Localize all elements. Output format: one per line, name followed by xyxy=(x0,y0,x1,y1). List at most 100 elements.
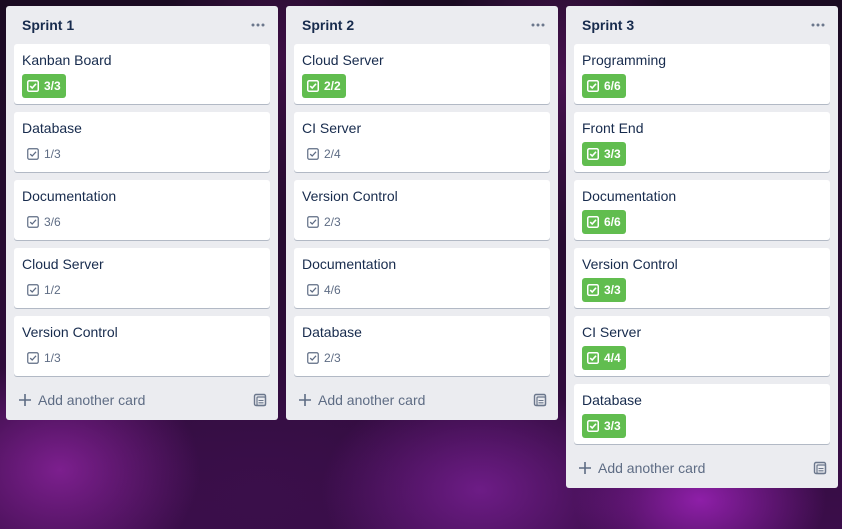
card-title: Front End xyxy=(582,120,644,136)
list-footer: Add another card xyxy=(6,380,278,420)
checklist-count: 3/3 xyxy=(44,79,61,93)
checklist-badge: 4/6 xyxy=(302,278,346,302)
card-template-icon[interactable] xyxy=(532,392,548,408)
card-title: Programming xyxy=(582,52,667,68)
card[interactable]: Database 3/3 xyxy=(574,384,830,444)
add-card-label: Add another card xyxy=(38,392,146,408)
checklist-icon xyxy=(307,80,319,92)
plus-icon xyxy=(19,394,31,406)
add-card-button[interactable]: Add another card xyxy=(298,392,425,408)
card[interactable]: Front End 3/3 xyxy=(574,112,830,172)
card-list: Kanban Board 3/3 Database 1/3 Documentat… xyxy=(6,44,278,376)
list-footer: Add another card xyxy=(286,380,558,420)
checklist-icon xyxy=(587,148,599,160)
checklist-icon xyxy=(587,80,599,92)
card-title: Kanban Board xyxy=(22,52,112,68)
checklist-count: 6/6 xyxy=(604,79,621,93)
checklist-badge: 3/3 xyxy=(582,142,626,166)
card[interactable]: Database 1/3 xyxy=(14,112,270,172)
plus-icon xyxy=(579,462,591,474)
checklist-icon xyxy=(307,284,319,296)
card-list: Programming 6/6 Front End 3/3 Documentat… xyxy=(566,44,838,444)
checklist-badge: 3/3 xyxy=(582,414,626,438)
more-horizontal-icon[interactable] xyxy=(528,15,548,35)
card-title: Documentation xyxy=(22,188,117,204)
card[interactable]: Documentation 6/6 xyxy=(574,180,830,240)
card[interactable]: CI Server 4/4 xyxy=(574,316,830,376)
card-title: Database xyxy=(582,392,642,408)
checklist-count: 6/6 xyxy=(604,215,621,229)
checklist-count: 1/2 xyxy=(44,283,61,297)
checklist-badge: 2/2 xyxy=(302,74,346,98)
checklist-badge: 2/4 xyxy=(302,142,346,166)
card[interactable]: Documentation 3/6 xyxy=(14,180,270,240)
card-title: CI Server xyxy=(582,324,642,340)
checklist-count: 1/3 xyxy=(44,147,61,161)
card[interactable]: Database 2/3 xyxy=(294,316,550,376)
checklist-badge: 4/4 xyxy=(582,346,626,370)
checklist-badge: 6/6 xyxy=(582,74,626,98)
card-title: CI Server xyxy=(302,120,362,136)
checklist-icon xyxy=(27,216,39,228)
card[interactable]: Version Control 3/3 xyxy=(574,248,830,308)
checklist-count: 1/3 xyxy=(44,351,61,365)
add-card-button[interactable]: Add another card xyxy=(578,460,705,476)
checklist-icon xyxy=(27,284,39,296)
checklist-count: 2/2 xyxy=(324,79,341,93)
card[interactable]: Cloud Server 1/2 xyxy=(14,248,270,308)
list-header: Sprint 2 xyxy=(286,6,558,44)
checklist-badge: 6/6 xyxy=(582,210,626,234)
checklist-icon xyxy=(27,148,39,160)
add-card-button[interactable]: Add another card xyxy=(18,392,145,408)
checklist-badge: 2/3 xyxy=(302,346,346,370)
checklist-count: 2/3 xyxy=(324,351,341,365)
list-sprint-1: Sprint 1 Kanban Board 3/3 Database 1/3 D… xyxy=(6,6,278,420)
checklist-icon xyxy=(587,216,599,228)
checklist-icon xyxy=(307,216,319,228)
card-title: Cloud Server xyxy=(22,256,104,272)
checklist-badge: 3/3 xyxy=(22,74,66,98)
card[interactable]: Version Control 2/3 xyxy=(294,180,550,240)
checklist-badge: 1/2 xyxy=(22,278,66,302)
plus-icon xyxy=(299,394,311,406)
checklist-badge: 1/3 xyxy=(22,142,66,166)
card[interactable]: Version Control 1/3 xyxy=(14,316,270,376)
more-horizontal-icon[interactable] xyxy=(248,15,268,35)
checklist-badge: 3/3 xyxy=(582,278,626,302)
checklist-icon xyxy=(307,148,319,160)
card[interactable]: Kanban Board 3/3 xyxy=(14,44,270,104)
checklist-icon xyxy=(307,352,319,364)
checklist-icon xyxy=(587,284,599,296)
checklist-count: 3/6 xyxy=(44,215,61,229)
card-template-icon[interactable] xyxy=(252,392,268,408)
card-title: Version Control xyxy=(22,324,118,340)
card-title: Database xyxy=(22,120,82,136)
list-footer: Add another card xyxy=(566,448,838,488)
list-title[interactable]: Sprint 3 xyxy=(582,17,634,33)
card[interactable]: CI Server 2/4 xyxy=(294,112,550,172)
card[interactable]: Cloud Server 2/2 xyxy=(294,44,550,104)
card-title: Version Control xyxy=(302,188,398,204)
checklist-badge: 2/3 xyxy=(302,210,346,234)
card[interactable]: Programming 6/6 xyxy=(574,44,830,104)
list-sprint-3: Sprint 3 Programming 6/6 Front End 3/3 D… xyxy=(566,6,838,488)
list-sprint-2: Sprint 2 Cloud Server 2/2 CI Server 2/4 xyxy=(286,6,558,420)
list-title[interactable]: Sprint 2 xyxy=(302,17,354,33)
list-title[interactable]: Sprint 1 xyxy=(22,17,74,33)
add-card-label: Add another card xyxy=(598,460,706,476)
card[interactable]: Documentation 4/6 xyxy=(294,248,550,308)
checklist-icon xyxy=(27,80,39,92)
more-horizontal-icon[interactable] xyxy=(808,15,828,35)
checklist-count: 3/3 xyxy=(604,147,621,161)
card-template-icon[interactable] xyxy=(812,460,828,476)
list-header: Sprint 3 xyxy=(566,6,838,44)
checklist-count: 4/4 xyxy=(604,351,621,365)
card-title: Documentation xyxy=(582,188,677,204)
checklist-count: 2/4 xyxy=(324,147,341,161)
checklist-icon xyxy=(587,420,599,432)
board: Sprint 1 Kanban Board 3/3 Database 1/3 D… xyxy=(0,0,842,529)
checklist-badge: 1/3 xyxy=(22,346,66,370)
card-title: Cloud Server xyxy=(302,52,384,68)
checklist-count: 2/3 xyxy=(324,215,341,229)
checklist-icon xyxy=(587,352,599,364)
